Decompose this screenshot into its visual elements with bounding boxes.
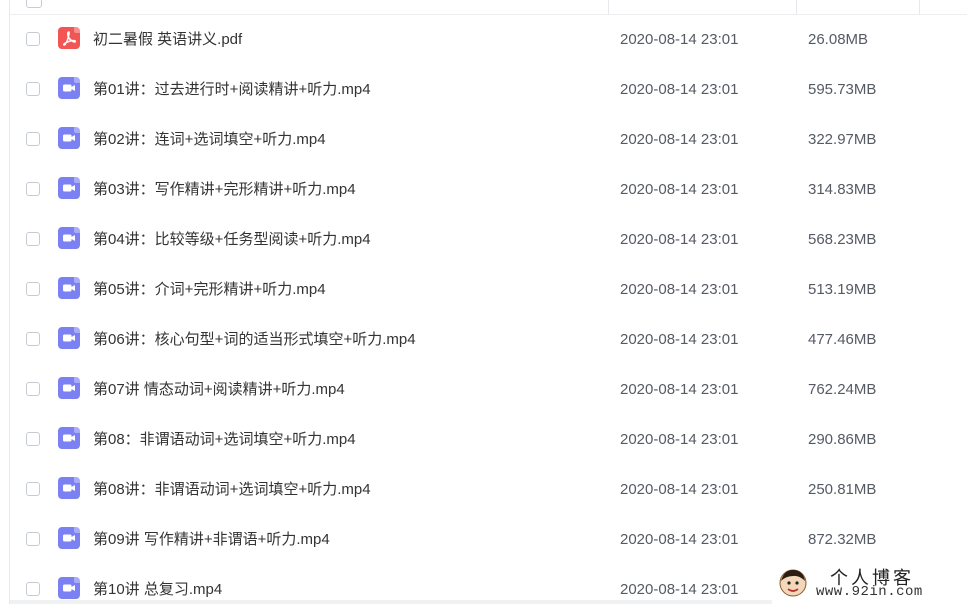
file-name[interactable]: 初二暑假 英语讲义.pdf (93, 31, 242, 49)
row-checkbox[interactable] (26, 532, 40, 546)
video-file-icon (58, 177, 80, 199)
file-date: 2020-08-14 23:01 (620, 481, 739, 498)
avatar-icon (779, 569, 807, 597)
file-name[interactable]: 第08讲：非谓语动词+选词填空+听力.mp4 (93, 481, 371, 499)
file-row[interactable]: 第01讲：过去进行时+阅读精讲+听力.mp4 2020-08-14 23:01 59… (10, 65, 919, 115)
row-checkbox[interactable] (26, 332, 40, 346)
file-date: 2020-08-14 23:01 (620, 231, 739, 248)
row-checkbox[interactable] (26, 182, 40, 196)
file-size: 568.23MB (808, 231, 877, 248)
header-divider[interactable] (796, 0, 797, 14)
file-size: 250.81MB (808, 481, 877, 498)
video-file-icon (58, 277, 80, 299)
file-size: 314.83MB (808, 181, 877, 198)
file-row[interactable]: 第08讲：非谓语动词+选词填空+听力.mp4 2020-08-14 23:01 25… (10, 465, 919, 515)
row-checkbox[interactable] (26, 232, 40, 246)
file-date: 2020-08-14 23:01 (620, 431, 739, 448)
file-row[interactable]: 初二暑假 英语讲义.pdf 2020-08-14 23:01 26.08MB (10, 15, 919, 65)
file-list-window: 初二暑假 英语讲义.pdf 2020-08-14 23:01 26.08MB 第01讲… (0, 0, 967, 604)
file-name[interactable]: 第08：非谓语动词+选词填空+听力.mp4 (93, 431, 356, 449)
file-name[interactable]: 第06讲：核心句型+词的适当形式填空+听力.mp4 (93, 331, 416, 349)
video-file-icon (58, 527, 80, 549)
row-checkbox[interactable] (26, 132, 40, 146)
file-row[interactable]: 第03讲：写作精讲+完形精讲+听力.mp4 2020-08-14 23:01 314… (10, 165, 919, 215)
file-row[interactable]: 第07讲 情态动词+阅读精讲+听力.mp4 2020-08-14 23:01 762… (10, 365, 919, 415)
video-file-icon (58, 577, 80, 599)
row-checkbox[interactable] (26, 432, 40, 446)
watermark-url: www.92in.com (816, 584, 923, 600)
watermark: 个人博客 www.92in.com (772, 562, 967, 604)
header-divider[interactable] (608, 0, 609, 14)
file-date: 2020-08-14 23:01 (620, 581, 739, 598)
file-date: 2020-08-14 23:01 (620, 81, 739, 98)
file-row[interactable]: 第04讲：比较等级+任务型阅读+听力.mp4 2020-08-14 23:01 56… (10, 215, 919, 265)
file-name[interactable]: 第03讲：写作精讲+完形精讲+听力.mp4 (93, 181, 356, 199)
file-row[interactable]: 第05讲：介词+完形精讲+听力.mp4 2020-08-14 23:01 513.1… (10, 265, 919, 315)
file-rows: 初二暑假 英语讲义.pdf 2020-08-14 23:01 26.08MB 第01讲… (10, 15, 919, 604)
file-size: 872.32MB (808, 531, 877, 548)
row-checkbox[interactable] (26, 382, 40, 396)
video-file-icon (58, 127, 80, 149)
row-checkbox[interactable] (26, 282, 40, 296)
video-file-icon (58, 477, 80, 499)
row-checkbox[interactable] (26, 32, 40, 46)
row-checkbox[interactable] (26, 482, 40, 496)
file-name[interactable]: 第04讲：比较等级+任务型阅读+听力.mp4 (93, 231, 371, 249)
file-name[interactable]: 第10讲 总复习.mp4 (93, 581, 222, 599)
file-row[interactable]: 第09讲 写作精讲+非谓语+听力.mp4 2020-08-14 23:01 872.… (10, 515, 919, 565)
file-name[interactable]: 第02讲：连词+选词填空+听力.mp4 (93, 131, 326, 149)
video-file-icon (58, 77, 80, 99)
file-name[interactable]: 第01讲：过去进行时+阅读精讲+听力.mp4 (93, 81, 371, 99)
file-date: 2020-08-14 23:01 (620, 281, 739, 298)
video-file-icon (58, 377, 80, 399)
file-size: 762.24MB (808, 381, 877, 398)
video-file-icon (58, 327, 80, 349)
file-name[interactable]: 第05讲：介词+完形精讲+听力.mp4 (93, 281, 326, 299)
file-size: 595.73MB (808, 81, 877, 98)
file-size: 26.08MB (808, 31, 869, 48)
file-date: 2020-08-14 23:01 (620, 381, 739, 398)
file-row[interactable]: 第06讲：核心句型+词的适当形式填空+听力.mp4 2020-08-14 23:0… (10, 315, 919, 365)
row-checkbox[interactable] (26, 582, 40, 596)
file-size: 513.19MB (808, 281, 877, 298)
list-header (10, 0, 967, 15)
video-file-icon (58, 227, 80, 249)
file-name[interactable]: 第09讲 写作精讲+非谓语+听力.mp4 (93, 531, 330, 549)
video-file-icon (58, 427, 80, 449)
row-checkbox[interactable] (26, 82, 40, 96)
file-size: 290.86MB (808, 431, 877, 448)
file-size: 477.46MB (808, 331, 877, 348)
file-size: 322.97MB (808, 131, 877, 148)
pdf-file-icon (58, 27, 80, 49)
file-row[interactable]: 第02讲：连词+选词填空+听力.mp4 2020-08-14 23:01 322.9… (10, 115, 919, 165)
header-divider[interactable] (919, 0, 920, 14)
file-date: 2020-08-14 23:01 (620, 131, 739, 148)
select-all-checkbox[interactable] (26, 0, 42, 8)
file-date: 2020-08-14 23:01 (620, 531, 739, 548)
file-date: 2020-08-14 23:01 (620, 31, 739, 48)
file-name[interactable]: 第07讲 情态动词+阅读精讲+听力.mp4 (93, 381, 345, 399)
file-date: 2020-08-14 23:01 (620, 181, 739, 198)
file-date: 2020-08-14 23:01 (620, 331, 739, 348)
file-row[interactable]: 第08：非谓语动词+选词填空+听力.mp4 2020-08-14 23:01 290… (10, 415, 919, 465)
